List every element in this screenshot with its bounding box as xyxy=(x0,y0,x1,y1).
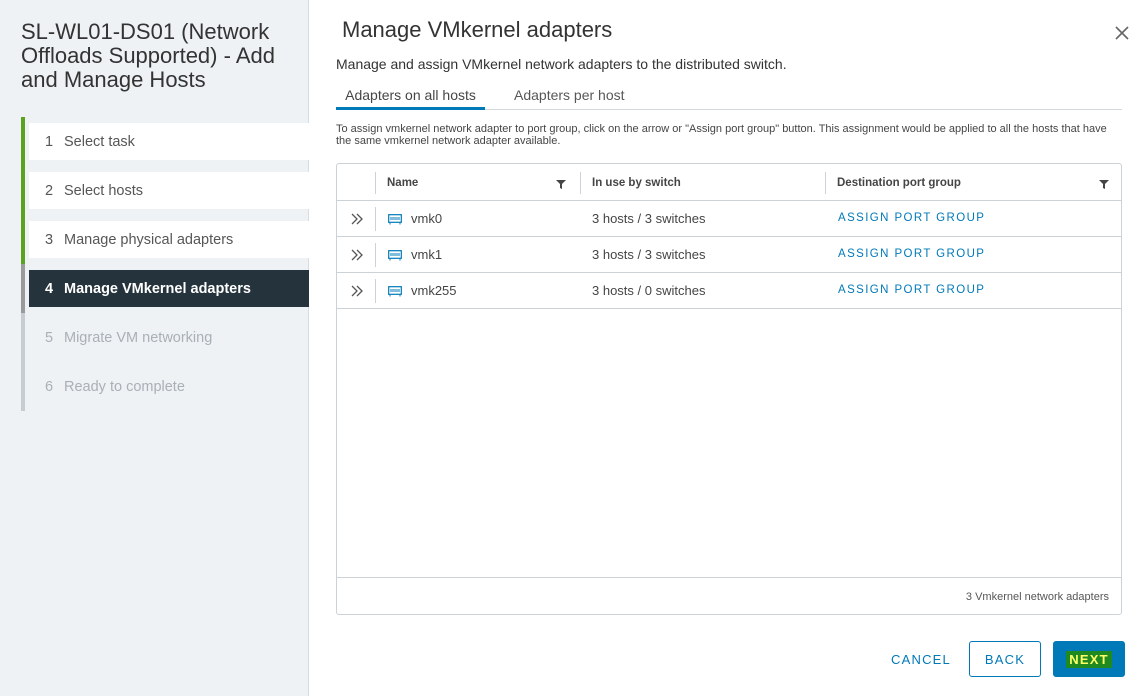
tab-bar: Adapters on all hosts Adapters per host xyxy=(336,82,1122,110)
column-separator xyxy=(375,243,376,267)
page-title: Manage VMkernel adapters xyxy=(342,17,613,42)
column-header-label: In use by switch xyxy=(592,176,681,189)
step-number: 1 xyxy=(45,133,54,150)
table-row: vmk255 3 hosts / 0 switches ASSIGN PORT … xyxy=(337,273,1121,309)
step-number: 6 xyxy=(45,378,54,395)
adapter-name: vmk255 xyxy=(411,283,457,298)
step-label: Select task xyxy=(64,133,135,150)
vmkernel-adapters-grid: Name In use by switch Destination port g… xyxy=(336,163,1122,615)
back-button[interactable]: BACK xyxy=(969,641,1041,677)
column-header-name[interactable]: Name xyxy=(375,164,580,201)
in-use-by-switch: 3 hosts / 3 switches xyxy=(592,211,706,226)
double-chevron-right-icon[interactable] xyxy=(349,212,365,226)
next-button[interactable]: NEXT xyxy=(1053,641,1125,677)
step-label: Ready to complete xyxy=(64,378,185,395)
column-header-in-use-by-switch[interactable]: In use by switch xyxy=(580,164,825,201)
step-label: Manage physical adapters xyxy=(64,231,234,248)
double-chevron-right-icon[interactable] xyxy=(349,248,365,262)
step-label: Migrate VM networking xyxy=(64,329,213,346)
wizard-step-ready-to-complete: 6 Ready to complete xyxy=(21,362,309,411)
step-number: 3 xyxy=(45,231,54,248)
column-separator xyxy=(375,207,376,231)
step-label: Select hosts xyxy=(64,182,143,199)
page-subtitle: Manage and assign VMkernel network adapt… xyxy=(336,56,787,72)
wizard-steps: 1 Select task 2 Select hosts 3 Manage physi… xyxy=(21,117,309,411)
wizard-step-migrate-vm-networking: 5 Migrate VM networking xyxy=(21,313,309,362)
cancel-button[interactable]: CANCEL xyxy=(882,641,960,677)
wizard-step-select-task[interactable]: 1 Select task xyxy=(21,117,309,166)
step-label: Manage VMkernel adapters xyxy=(64,280,251,297)
step-number: 2 xyxy=(45,182,54,199)
filter-icon[interactable] xyxy=(1099,180,1109,189)
step-number: 4 xyxy=(45,280,54,297)
table-row: vmk0 3 hosts / 3 switches ASSIGN PORT GR… xyxy=(337,201,1121,237)
step-number: 5 xyxy=(45,329,54,346)
table-row: vmk1 3 hosts / 3 switches ASSIGN PORT GR… xyxy=(337,237,1121,273)
grid-footer-count: 3 Vmkernel network adapters xyxy=(337,577,1121,614)
in-use-by-switch: 3 hosts / 3 switches xyxy=(592,247,706,262)
assign-port-group-link[interactable]: ASSIGN PORT GROUP xyxy=(838,212,985,224)
filter-icon[interactable] xyxy=(556,180,566,189)
column-header-label: Destination port group xyxy=(837,176,961,189)
in-use-by-switch: 3 hosts / 0 switches xyxy=(592,283,706,298)
wizard-step-manage-vmkernel-adapters[interactable]: 4 Manage VMkernel adapters xyxy=(21,264,309,313)
close-icon[interactable] xyxy=(1113,24,1131,42)
assign-port-group-link[interactable]: ASSIGN PORT GROUP xyxy=(838,248,985,260)
double-chevron-right-icon[interactable] xyxy=(349,284,365,298)
wizard-title: SL-WL01-DS01 (Network Offloads Supported… xyxy=(21,19,275,92)
grid-header: Name In use by switch Destination port g… xyxy=(337,164,1121,201)
wizard-step-select-hosts[interactable]: 2 Select hosts xyxy=(21,166,309,215)
adapter-name: vmk0 xyxy=(411,211,443,226)
network-adapter-icon xyxy=(388,250,402,261)
network-adapter-icon xyxy=(388,214,402,225)
adapter-name: vmk1 xyxy=(411,247,443,262)
network-adapter-icon xyxy=(388,286,402,297)
column-header-destination-port-group[interactable]: Destination port group xyxy=(825,164,1121,201)
tab-adapters-on-all-hosts[interactable]: Adapters on all hosts xyxy=(336,82,485,110)
wizard-nav: SL-WL01-DS01 (Network Offloads Supported… xyxy=(0,0,309,696)
tab-adapters-per-host[interactable]: Adapters per host xyxy=(514,82,640,110)
next-button-label: NEXT xyxy=(1066,650,1112,668)
column-header-label: Name xyxy=(387,176,419,189)
column-separator xyxy=(375,279,376,303)
assign-port-group-link[interactable]: ASSIGN PORT GROUP xyxy=(838,284,985,296)
wizard-step-manage-physical-adapters[interactable]: 3 Manage physical adapters xyxy=(21,215,309,264)
assign-hint-text: To assign vmkernel network adapter to po… xyxy=(336,123,1107,147)
